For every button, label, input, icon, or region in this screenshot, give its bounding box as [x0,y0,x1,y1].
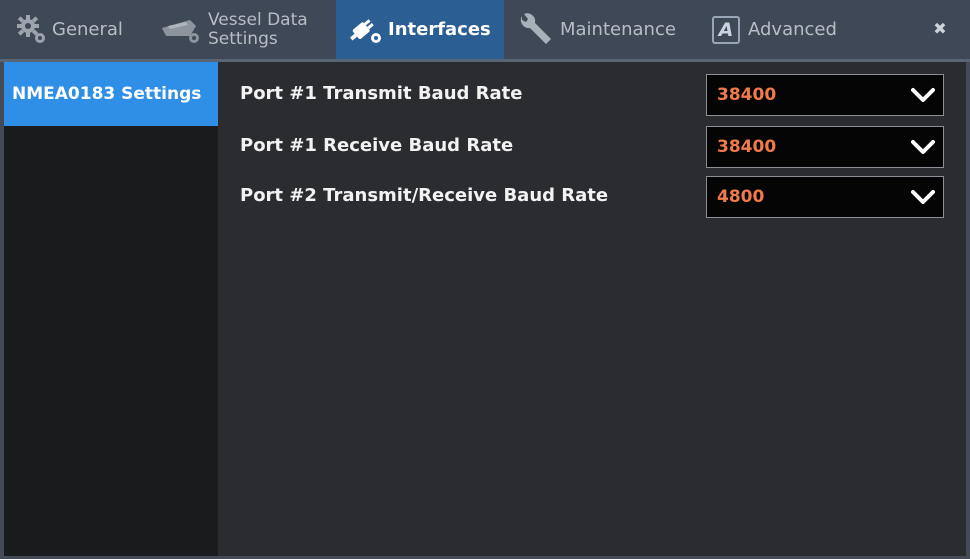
tab-advanced-label: Advanced [748,19,837,40]
tab-bar: General Vessel Data Settings Interfaces … [0,0,970,62]
tab-vessel-label-line2: Settings [208,28,278,49]
sidebar-item-nmea0183-settings[interactable]: NMEA0183 Settings [4,62,218,126]
setting-row-port2-transmit-receive: Port #2 Transmit/Receive Baud Rate 4800 [218,170,966,220]
baud-rate-dropdown-port1-transmit[interactable]: 38400 [706,74,944,116]
tab-general[interactable]: General [0,0,148,59]
setting-row-port1-receive: Port #1 Receive Baud Rate 38400 [218,120,966,170]
tab-advanced[interactable]: A Advanced [706,0,906,59]
settings-panel: Port #1 Transmit Baud Rate 38400 Port #1… [218,62,966,556]
tab-vessel-label: Vessel Data Settings [208,9,308,49]
sidebar: NMEA0183 Settings [4,62,218,556]
wrench-icon [516,12,556,48]
letter-a-icon: A [712,15,740,44]
sidebar-item-label: NMEA0183 Settings [12,84,202,104]
tab-maintenance[interactable]: Maintenance [506,0,704,59]
setting-label: Port #1 Receive Baud Rate [240,134,514,156]
dropdown-value: 4800 [717,187,765,207]
dropdown-value: 38400 [717,137,777,157]
settings-window: General Vessel Data Settings Interfaces … [0,0,970,559]
tab-interfaces-label: Interfaces [388,19,491,40]
tab-maintenance-label: Maintenance [560,19,676,40]
baud-rate-dropdown-port1-receive[interactable]: 38400 [706,126,944,168]
close-icon[interactable]: ✖ [930,18,950,38]
setting-row-port1-transmit: Port #1 Transmit Baud Rate 38400 [218,68,966,118]
tab-interfaces[interactable]: Interfaces [336,0,504,59]
gears-icon [16,14,48,46]
dropdown-value: 38400 [717,85,777,105]
setting-label: Port #2 Transmit/Receive Baud Rate [240,184,609,206]
plug-gear-icon [346,14,384,46]
baud-rate-dropdown-port2[interactable]: 4800 [706,176,944,218]
tab-vessel-label-line1: Vessel Data [208,9,308,30]
setting-label: Port #1 Transmit Baud Rate [240,82,523,104]
chevron-down-icon [911,139,935,155]
chevron-down-icon [911,189,935,205]
chevron-down-icon [911,87,935,103]
ship-gear-icon [160,14,204,46]
tab-vessel-data-settings[interactable]: Vessel Data Settings [148,0,332,59]
tab-general-label: General [52,19,123,40]
